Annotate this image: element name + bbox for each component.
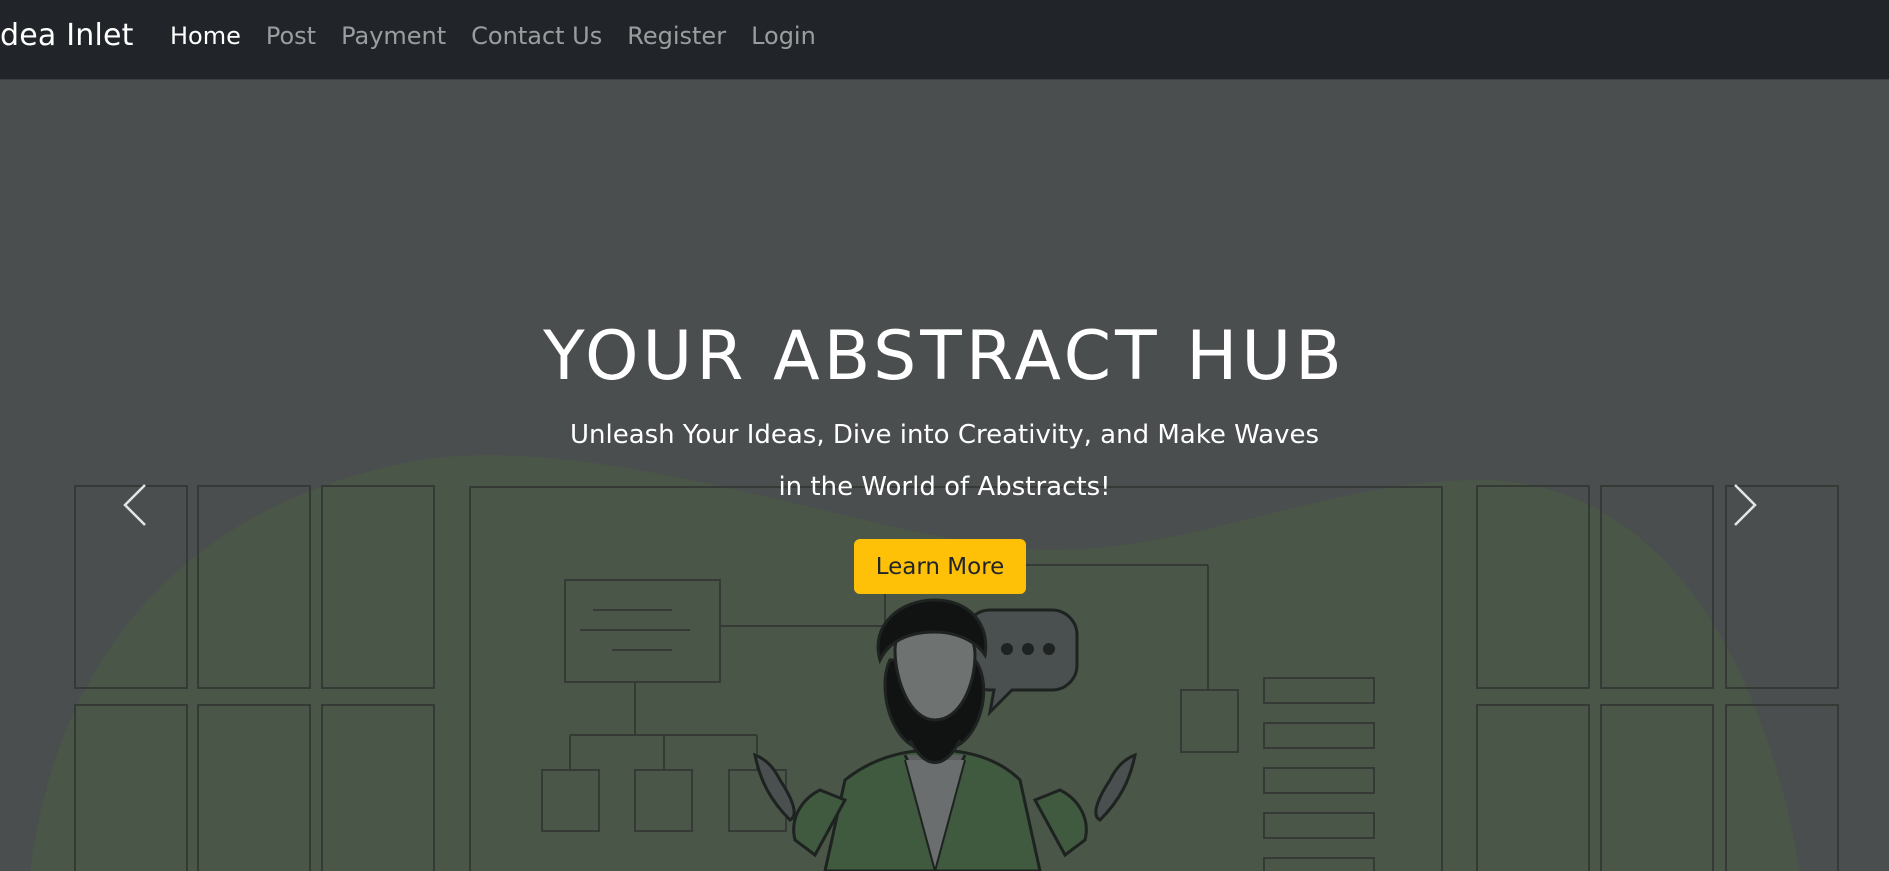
hero-headline: YOUR ABSTRACT HUB: [543, 317, 1346, 396]
carousel-prev-button[interactable]: [105, 475, 165, 535]
top-navbar: dea Inlet Home Post Payment Contact Us R…: [0, 0, 1889, 80]
nav-link-login[interactable]: Login: [751, 22, 816, 50]
brand-logo[interactable]: dea Inlet: [0, 18, 134, 53]
nav-link-home[interactable]: Home: [170, 22, 241, 50]
hero-subtitle-line-2: in the World of Abstracts!: [778, 472, 1111, 502]
hero-subtitle-line-1: Unleash Your Ideas, Dive into Creativity…: [569, 420, 1320, 450]
nav-links: Home Post Payment Contact Us Register Lo…: [170, 22, 841, 50]
learn-more-button[interactable]: Learn More: [854, 539, 1026, 594]
chevron-right-icon: [1734, 484, 1757, 526]
chevron-left-icon: [123, 484, 146, 526]
nav-link-post[interactable]: Post: [266, 22, 316, 50]
carousel-next-button[interactable]: [1715, 475, 1775, 535]
nav-link-contact-us[interactable]: Contact Us: [471, 22, 602, 50]
nav-link-payment[interactable]: Payment: [341, 22, 446, 50]
hero-carousel: YOUR ABSTRACT HUB Unleash Your Ideas, Di…: [0, 80, 1889, 871]
nav-link-register[interactable]: Register: [627, 22, 726, 50]
hero-caption: YOUR ABSTRACT HUB Unleash Your Ideas, Di…: [0, 80, 1889, 871]
